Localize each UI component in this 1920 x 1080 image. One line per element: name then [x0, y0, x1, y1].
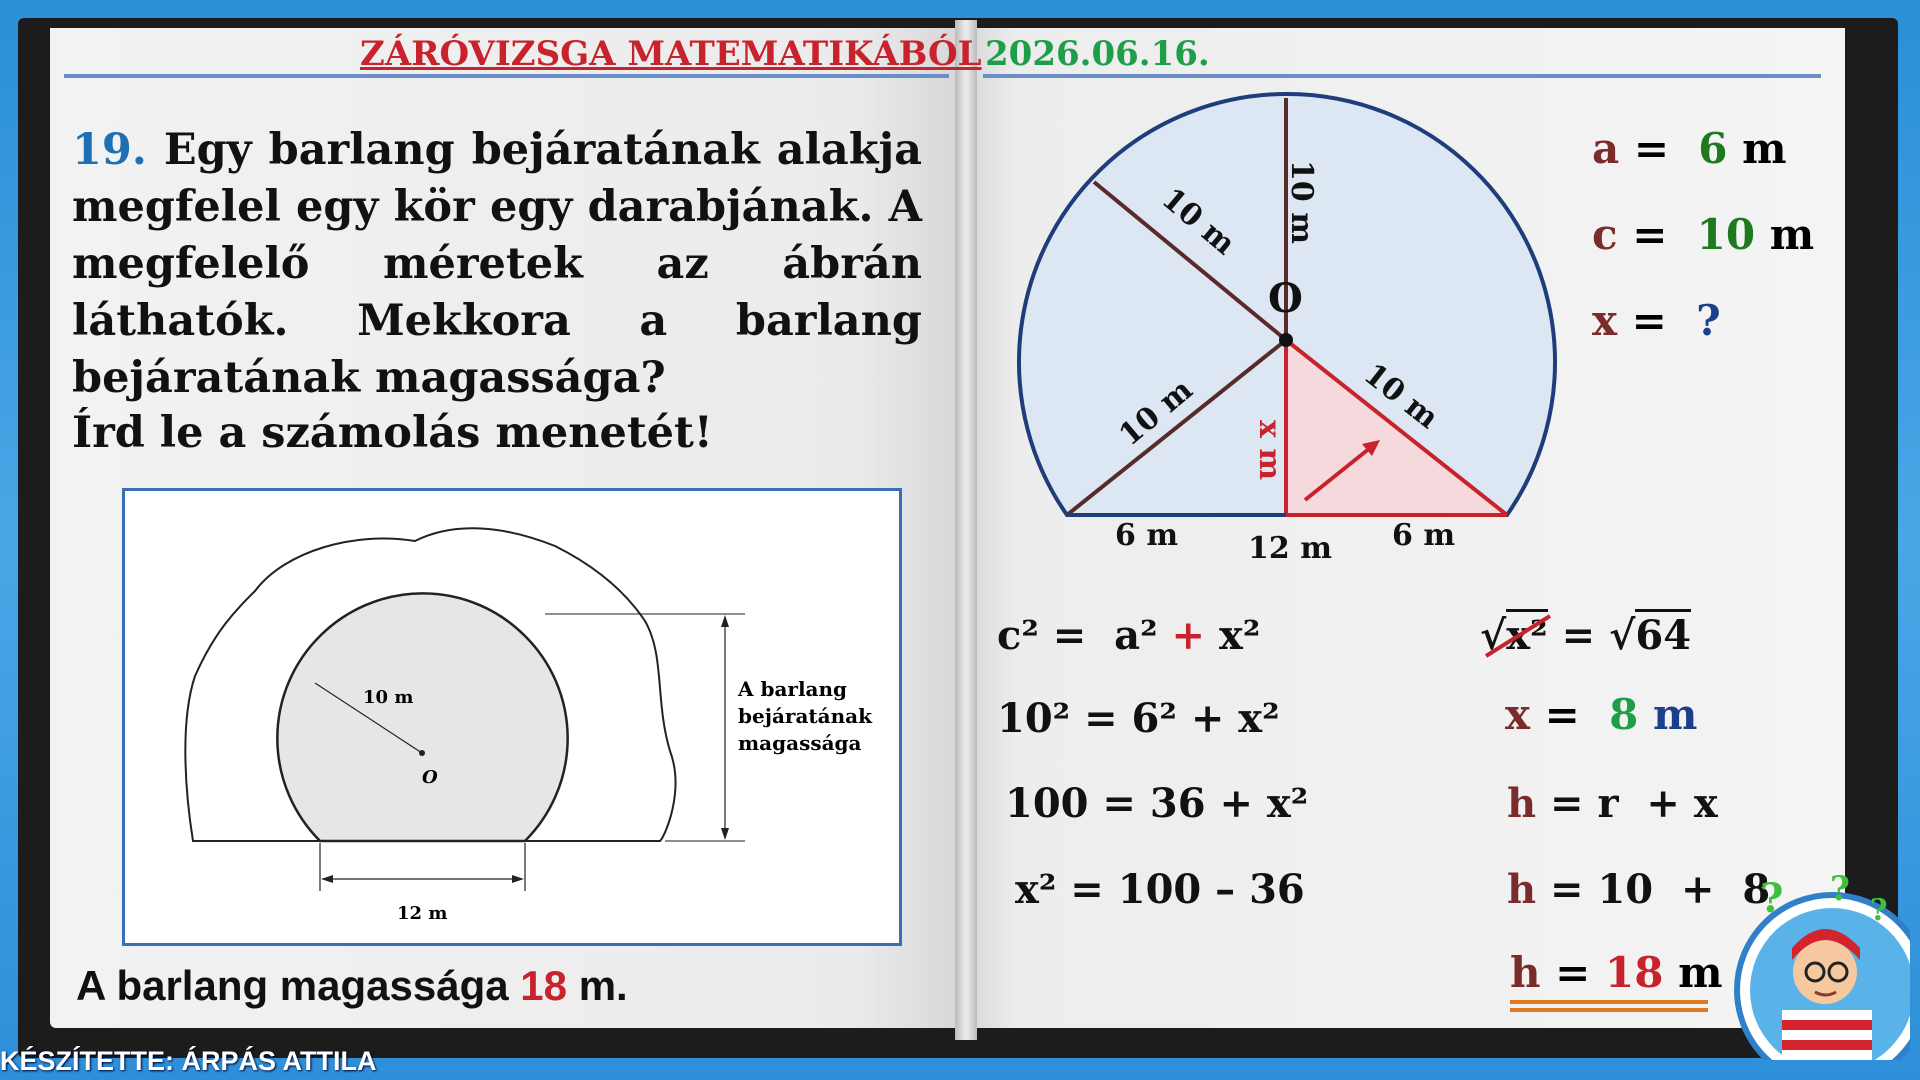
- solution-step-2: 10² = 6² + x²: [997, 695, 1280, 742]
- center-point: [1279, 333, 1293, 347]
- base-mid-label: 12 m: [1248, 531, 1332, 566]
- svg-text:?: ?: [1870, 893, 1888, 928]
- base-right-label: 6 m: [1392, 518, 1455, 553]
- header-rule-right: [983, 74, 1821, 78]
- problem-text: Egy barlang bejáratának alakja megfelel …: [72, 125, 922, 403]
- given-a-eq: =: [1633, 124, 1670, 173]
- given-a-value: 6: [1698, 124, 1728, 173]
- center-point: [419, 750, 425, 756]
- x-result-name: x: [1505, 690, 1531, 739]
- x-result-value: 8: [1609, 690, 1639, 739]
- given-c: c = 10 m: [1592, 210, 1814, 259]
- given-x: x = ?: [1592, 296, 1721, 345]
- radius-top-label: 10 m: [1284, 160, 1319, 244]
- cave-figure-svg: 10 m O 12 m A barlang bejáratának magass…: [184, 527, 873, 924]
- height-result-unit: m: [1678, 948, 1723, 997]
- base-left-label: 6 m: [1115, 518, 1178, 553]
- cave-entrance-segment: [276, 592, 569, 843]
- x-label: x m: [1252, 420, 1287, 480]
- center-label: O: [422, 767, 438, 788]
- height-result-eq: =: [1555, 948, 1591, 997]
- height-label-line2: bejáratának: [738, 704, 873, 728]
- given-x-eq: =: [1631, 296, 1667, 345]
- final-answer: A barlang magassága 18 m.: [76, 962, 628, 1010]
- arrowhead-bottom: [721, 828, 729, 840]
- answer-prefix: A barlang magassága: [76, 962, 509, 1009]
- sqrt-lhs: √x²: [1480, 609, 1552, 659]
- circle-diagram: O 10 m 10 m 10 m 10 m x m 6 m 12 m 6 m: [1017, 91, 1557, 566]
- avatar-illustration: ? ? ?: [1734, 869, 1920, 1080]
- given-x-name: x: [1592, 296, 1618, 345]
- problem-number: 19.: [72, 125, 147, 175]
- sqrt-rhs-value: 64: [1635, 609, 1692, 659]
- exam-date: 2026.06.16.: [985, 34, 1210, 74]
- given-a: a = 6 m: [1592, 124, 1787, 173]
- problem-instruction: Írd le a számolás menetét!: [72, 408, 713, 458]
- solution-step-4: x² = 100 – 36: [1015, 866, 1305, 913]
- x-result: x = 8 m: [1505, 690, 1697, 739]
- answer-value: 18: [520, 962, 568, 1009]
- arrowhead-left: [321, 875, 333, 883]
- height-result-value: 18: [1605, 948, 1664, 997]
- given-c-eq: =: [1632, 210, 1668, 259]
- radius-label: 10 m: [363, 687, 413, 708]
- svg-text:?: ?: [1760, 875, 1783, 922]
- given-c-name: c: [1592, 210, 1618, 259]
- given-a-name: a: [1592, 124, 1620, 173]
- center-label: O: [1268, 275, 1303, 322]
- answer-unit: m.: [578, 962, 628, 1009]
- height-label-line3: magassága: [738, 731, 862, 755]
- svg-text:?: ?: [1830, 869, 1850, 909]
- given-c-value: 10: [1696, 210, 1756, 259]
- thinking-character-avatar: ? ? ?: [1720, 860, 1920, 1080]
- height-result-name: h: [1510, 948, 1541, 997]
- page-title: ZÁRÓVIZSGA MATEMATIKÁBÓL: [360, 34, 982, 74]
- base-label: 12 m: [397, 903, 447, 924]
- result-double-underline: [1510, 1000, 1708, 1014]
- arrowhead-top: [721, 615, 729, 627]
- height-formula: h = r + x: [1507, 780, 1718, 827]
- given-c-unit: m: [1769, 210, 1815, 259]
- x-result-unit: m: [1652, 690, 1698, 739]
- given-a-unit: m: [1742, 124, 1787, 173]
- cancel-strike: [1484, 614, 1552, 658]
- arrowhead-right: [512, 875, 524, 883]
- given-x-value: ?: [1696, 296, 1721, 345]
- x-result-eq: =: [1544, 690, 1580, 739]
- author-credit: KÉSZÍTETTE: ÁRPÁS ATTILA: [0, 1046, 377, 1076]
- cave-figure: 10 m O 12 m A barlang bejáratának magass…: [122, 488, 902, 946]
- solution-step-1: c² = a² + x²: [997, 612, 1261, 659]
- height-label-line1: A barlang: [737, 677, 847, 701]
- sqrt-symbol-right: √: [1609, 612, 1636, 659]
- book-spine: [955, 20, 977, 1040]
- height-result: h = 18 m: [1510, 948, 1723, 997]
- header-rule-left: [64, 74, 949, 78]
- solution-step-3: 100 = 36 + x²: [1005, 780, 1309, 827]
- sqrt-step: √x² = √64: [1480, 609, 1692, 659]
- problem-statement: 19. Egy barlang bejáratának alakja megfe…: [72, 122, 922, 407]
